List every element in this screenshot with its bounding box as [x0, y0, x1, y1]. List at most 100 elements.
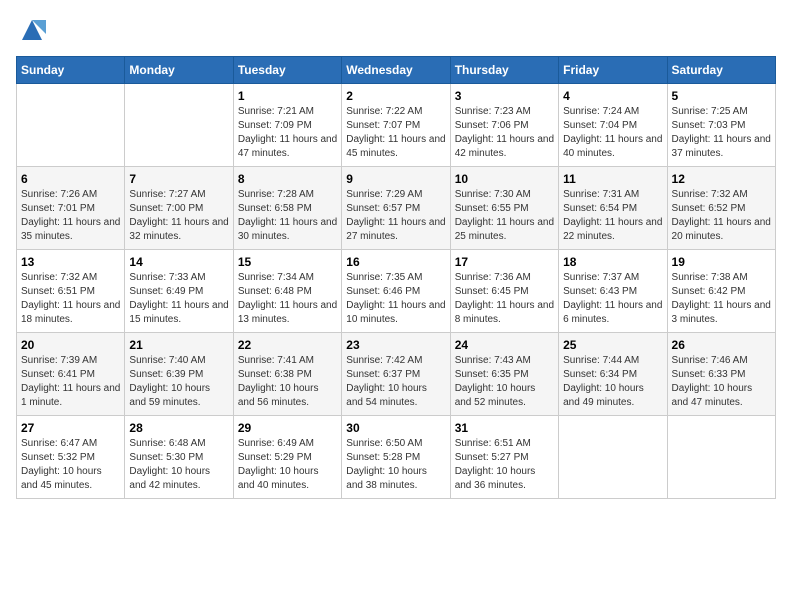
day-number: 19	[672, 255, 771, 269]
calendar-cell: 28 Sunrise: 6:48 AMSunset: 5:30 PMDayligh…	[125, 416, 233, 499]
day-info: Sunrise: 7:39 AMSunset: 6:41 PMDaylight:…	[21, 354, 120, 410]
day-info: Sunrise: 6:47 AMSunset: 5:32 PMDaylight:…	[21, 437, 120, 493]
calendar-table: SundayMondayTuesdayWednesdayThursdayFrid…	[16, 56, 776, 499]
day-number: 16	[346, 255, 445, 269]
calendar-cell: 7 Sunrise: 7:27 AMSunset: 7:00 PMDaylight…	[125, 167, 233, 250]
calendar-cell: 5 Sunrise: 7:25 AMSunset: 7:03 PMDaylight…	[667, 84, 775, 167]
calendar-cell: 8Sunrise: 7:28 AMSunset: 6:58 PMDaylight…	[233, 167, 341, 250]
day-number: 12	[672, 172, 771, 186]
calendar-cell: 23 Sunrise: 7:42 AMSunset: 6:37 PMDayligh…	[342, 333, 450, 416]
day-number: 7	[129, 172, 228, 186]
calendar-cell: 27 Sunrise: 6:47 AMSunset: 5:32 PMDayligh…	[17, 416, 125, 499]
day-info: Sunrise: 7:41 AMSunset: 6:38 PMDaylight:…	[238, 354, 337, 410]
calendar-cell: 1 Sunrise: 7:21 AMSunset: 7:09 PMDaylight…	[233, 84, 341, 167]
day-number: 17	[455, 255, 554, 269]
day-info: Sunrise: 7:30 AMSunset: 6:55 PMDaylight:…	[455, 188, 554, 244]
calendar-week-row: 20 Sunrise: 7:39 AMSunset: 6:41 PMDayligh…	[17, 333, 776, 416]
calendar-week-row: 27 Sunrise: 6:47 AMSunset: 5:32 PMDayligh…	[17, 416, 776, 499]
day-info: Sunrise: 7:37 AMSunset: 6:43 PMDaylight:…	[563, 271, 662, 327]
day-number: 24	[455, 338, 554, 352]
day-of-week-header: Friday	[559, 57, 667, 84]
day-number: 26	[672, 338, 771, 352]
day-info: Sunrise: 7:26 AMSunset: 7:01 PMDaylight:…	[21, 188, 120, 244]
day-number: 9	[346, 172, 445, 186]
day-number: 8	[238, 172, 337, 186]
day-info: Sunrise: 7:27 AMSunset: 7:00 PMDaylight:…	[129, 188, 228, 244]
calendar-cell	[125, 84, 233, 167]
day-info: Sunrise: 7:32 AMSunset: 6:51 PMDaylight:…	[21, 271, 120, 327]
day-info: Sunrise: 7:22 AMSunset: 7:07 PMDaylight:…	[346, 105, 445, 161]
calendar-cell: 2Sunrise: 7:22 AMSunset: 7:07 PMDaylight…	[342, 84, 450, 167]
day-info: Sunrise: 6:49 AMSunset: 5:29 PMDaylight:…	[238, 437, 337, 493]
calendar-cell: 29 Sunrise: 6:49 AMSunset: 5:29 PMDayligh…	[233, 416, 341, 499]
day-info: Sunrise: 7:29 AMSunset: 6:57 PMDaylight:…	[346, 188, 445, 244]
day-number: 5	[672, 89, 771, 103]
calendar-cell: 15 Sunrise: 7:34 AMSunset: 6:48 PMDayligh…	[233, 250, 341, 333]
day-info: Sunrise: 7:33 AMSunset: 6:49 PMDaylight:…	[129, 271, 228, 327]
day-number: 29	[238, 421, 337, 435]
day-info: Sunrise: 7:32 AMSunset: 6:52 PMDaylight:…	[672, 188, 771, 244]
calendar-cell: 30Sunrise: 6:50 AMSunset: 5:28 PMDayligh…	[342, 416, 450, 499]
calendar-cell: 16 Sunrise: 7:35 AMSunset: 6:46 PMDayligh…	[342, 250, 450, 333]
calendar-cell	[667, 416, 775, 499]
day-number: 4	[563, 89, 662, 103]
day-info: Sunrise: 7:21 AMSunset: 7:09 PMDaylight:…	[238, 105, 337, 161]
day-of-week-header: Saturday	[667, 57, 775, 84]
day-number: 22	[238, 338, 337, 352]
day-number: 3	[455, 89, 554, 103]
day-info: Sunrise: 7:31 AMSunset: 6:54 PMDaylight:…	[563, 188, 662, 244]
day-info: Sunrise: 6:48 AMSunset: 5:30 PMDaylight:…	[129, 437, 228, 493]
calendar-cell: 3 Sunrise: 7:23 AMSunset: 7:06 PMDaylight…	[450, 84, 558, 167]
day-info: Sunrise: 7:35 AMSunset: 6:46 PMDaylight:…	[346, 271, 445, 327]
day-info: Sunrise: 6:51 AMSunset: 5:27 PMDaylight:…	[455, 437, 554, 493]
calendar-cell: 12 Sunrise: 7:32 AMSunset: 6:52 PMDayligh…	[667, 167, 775, 250]
day-info: Sunrise: 7:24 AMSunset: 7:04 PMDaylight:…	[563, 105, 662, 161]
calendar-cell	[17, 84, 125, 167]
day-of-week-header: Thursday	[450, 57, 558, 84]
day-number: 20	[21, 338, 120, 352]
day-number: 13	[21, 255, 120, 269]
calendar-cell	[559, 416, 667, 499]
day-number: 27	[21, 421, 120, 435]
calendar-cell: 31 Sunrise: 6:51 AMSunset: 5:27 PMDayligh…	[450, 416, 558, 499]
page-header	[16, 16, 776, 44]
calendar-cell: 22 Sunrise: 7:41 AMSunset: 6:38 PMDayligh…	[233, 333, 341, 416]
calendar-cell: 14 Sunrise: 7:33 AMSunset: 6:49 PMDayligh…	[125, 250, 233, 333]
day-info: Sunrise: 7:43 AMSunset: 6:35 PMDaylight:…	[455, 354, 554, 410]
calendar-cell: 4 Sunrise: 7:24 AMSunset: 7:04 PMDaylight…	[559, 84, 667, 167]
day-number: 21	[129, 338, 228, 352]
calendar-cell: 20 Sunrise: 7:39 AMSunset: 6:41 PMDayligh…	[17, 333, 125, 416]
calendar-cell: 24 Sunrise: 7:43 AMSunset: 6:35 PMDayligh…	[450, 333, 558, 416]
day-number: 25	[563, 338, 662, 352]
calendar-cell: 19Sunrise: 7:38 AMSunset: 6:42 PMDayligh…	[667, 250, 775, 333]
day-info: Sunrise: 7:36 AMSunset: 6:45 PMDaylight:…	[455, 271, 554, 327]
day-number: 18	[563, 255, 662, 269]
day-info: Sunrise: 7:34 AMSunset: 6:48 PMDaylight:…	[238, 271, 337, 327]
calendar-cell: 11Sunrise: 7:31 AMSunset: 6:54 PMDayligh…	[559, 167, 667, 250]
calendar-cell: 25Sunrise: 7:44 AMSunset: 6:34 PMDayligh…	[559, 333, 667, 416]
day-info: Sunrise: 7:23 AMSunset: 7:06 PMDaylight:…	[455, 105, 554, 161]
day-number: 30	[346, 421, 445, 435]
day-number: 31	[455, 421, 554, 435]
day-number: 15	[238, 255, 337, 269]
logo	[16, 16, 46, 44]
day-of-week-header: Tuesday	[233, 57, 341, 84]
logo-icon	[18, 16, 46, 44]
calendar-header-row: SundayMondayTuesdayWednesdayThursdayFrid…	[17, 57, 776, 84]
calendar-cell: 13 Sunrise: 7:32 AMSunset: 6:51 PMDayligh…	[17, 250, 125, 333]
calendar-cell: 18 Sunrise: 7:37 AMSunset: 6:43 PMDayligh…	[559, 250, 667, 333]
day-of-week-header: Monday	[125, 57, 233, 84]
day-info: Sunrise: 7:25 AMSunset: 7:03 PMDaylight:…	[672, 105, 771, 161]
day-number: 14	[129, 255, 228, 269]
day-info: Sunrise: 7:42 AMSunset: 6:37 PMDaylight:…	[346, 354, 445, 410]
calendar-cell: 21 Sunrise: 7:40 AMSunset: 6:39 PMDayligh…	[125, 333, 233, 416]
day-number: 10	[455, 172, 554, 186]
day-number: 28	[129, 421, 228, 435]
day-number: 6	[21, 172, 120, 186]
day-number: 23	[346, 338, 445, 352]
day-of-week-header: Sunday	[17, 57, 125, 84]
calendar-cell: 10 Sunrise: 7:30 AMSunset: 6:55 PMDayligh…	[450, 167, 558, 250]
day-number: 1	[238, 89, 337, 103]
day-of-week-header: Wednesday	[342, 57, 450, 84]
day-info: Sunrise: 7:40 AMSunset: 6:39 PMDaylight:…	[129, 354, 228, 410]
